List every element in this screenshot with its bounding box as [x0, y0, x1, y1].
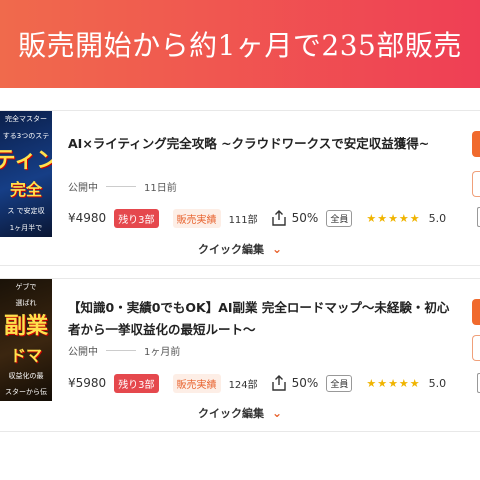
- divider: [106, 350, 136, 351]
- scope-badge: 全員: [326, 374, 353, 392]
- published-time: 11日前: [144, 183, 177, 194]
- scope-badge: 全員: [326, 209, 353, 227]
- meta-row: ¥5980 残り3部 販売実績 124部 50% 全員 ★★★★★ 5.0: [68, 372, 446, 394]
- primary-action-button[interactable]: [472, 299, 480, 325]
- thumbnail-text: スターから伝: [5, 388, 47, 397]
- affiliate-percent: 50%: [291, 211, 319, 225]
- sales-badge: 販売実績: [172, 208, 221, 228]
- listing-title[interactable]: 【知識0・実績0でもOK】AI副業 完全ロードマップ～未経験・初心者から一挙収益…: [68, 297, 458, 341]
- star-rating-icon: ★★★★★: [366, 376, 421, 390]
- sales-count: 124部: [228, 379, 258, 391]
- thumbnail-headline: 副業: [3, 314, 48, 340]
- thumbnail-headline: ティン: [0, 148, 52, 173]
- chevron-down-icon: ⌄: [271, 242, 283, 256]
- published-time: 1ヶ月前: [144, 347, 181, 358]
- share-icon[interactable]: [270, 374, 288, 392]
- divider: [106, 186, 136, 187]
- secondary-action-button[interactable]: [472, 335, 480, 361]
- sales-badge: 販売実績: [172, 373, 221, 393]
- thumbnail-text: ス で安定収: [7, 207, 45, 215]
- affiliate-percent: 50%: [291, 376, 319, 390]
- price: ¥4980: [68, 211, 107, 225]
- sales-count: 111部: [228, 214, 258, 226]
- thumbnail-text: 収益化の最: [8, 371, 44, 380]
- promo-banner: 販売開始から約1ヶ月で235部販売: [0, 0, 480, 88]
- star-rating-icon: ★★★★★: [366, 211, 421, 225]
- thumbnail-text: する3つのステ: [2, 132, 50, 140]
- secondary-action-button[interactable]: [472, 171, 480, 197]
- rating-value: 5.0: [428, 376, 447, 390]
- rating-value: 5.0: [428, 211, 447, 225]
- stock-badge: 残り3部: [114, 373, 159, 393]
- thumbnail-text: 完全マスター: [5, 115, 47, 123]
- primary-action-button[interactable]: [472, 131, 480, 157]
- listing-title[interactable]: AI×ライティング完全攻略 ~クラウドワークスで安定収益獲得~: [68, 133, 458, 155]
- listing-card: ゲブで 選ばれ 副業 ドマ 収益化の最 スターから伝 【知識0・実績0でもOK】…: [0, 278, 480, 432]
- thumbnail-headline: ドマ: [9, 345, 42, 365]
- share-icon[interactable]: [270, 209, 288, 227]
- status-row: 公開中 11日前: [68, 179, 177, 194]
- listing-thumbnail[interactable]: 完全マスター する3つのステ ティン 完全 ス で安定収 1ヶ月半で: [0, 111, 52, 237]
- stock-badge: 残り3部: [114, 208, 159, 228]
- status-row: 公開中 1ヶ月前: [68, 343, 180, 358]
- status-text: 公開中: [68, 347, 98, 358]
- thumbnail-text: ゲブで: [15, 282, 37, 291]
- quick-edit-toggle[interactable]: クイック編集 ⌄: [0, 405, 480, 421]
- listing-card: 完全マスター する3つのステ ティン 完全 ス で安定収 1ヶ月半で AI×ライ…: [0, 110, 480, 266]
- status-text: 公開中: [68, 183, 98, 194]
- listing-thumbnail[interactable]: ゲブで 選ばれ 副業 ドマ 収益化の最 スターから伝: [0, 279, 52, 401]
- meta-row: ¥4980 残り3部 販売実績 111部 50% 全員 ★★★★★ 5.0: [68, 207, 446, 229]
- quick-edit-label: クイック編集: [197, 407, 264, 420]
- thumbnail-headline: 完全: [9, 180, 42, 199]
- quick-edit-label: クイック編集: [197, 243, 264, 256]
- banner-title: 販売開始から約1ヶ月で235部販売: [18, 29, 462, 62]
- price: ¥5980: [68, 376, 107, 390]
- thumbnail-text: 選ばれ: [15, 298, 37, 307]
- quick-edit-toggle[interactable]: クイック編集 ⌄: [0, 241, 480, 257]
- thumbnail-text: 1ヶ月半で: [9, 224, 43, 232]
- chevron-down-icon: ⌄: [271, 406, 283, 420]
